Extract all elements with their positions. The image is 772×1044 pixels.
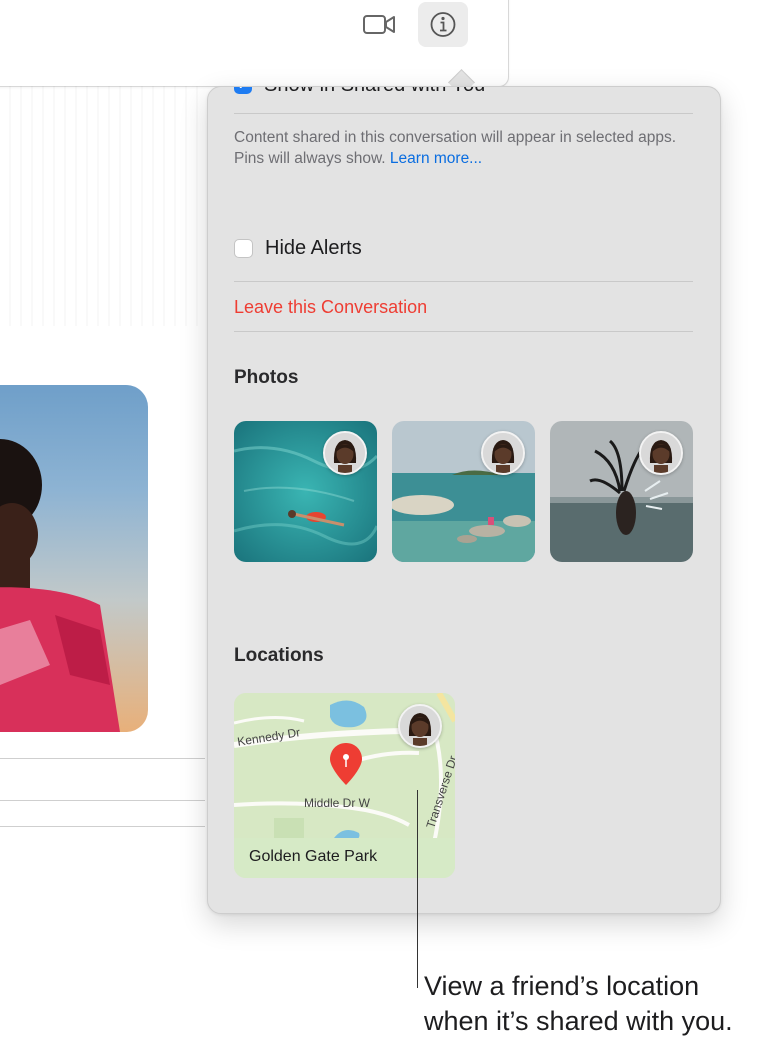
callout-leader-line (417, 790, 418, 988)
photos-section-title: Photos (234, 367, 299, 388)
separator (234, 331, 693, 332)
shared-location-card[interactable]: Kennedy Dr Middle Dr W Transverse Dr Gol… (234, 693, 455, 878)
conversation-details-popover: ✓ Show in Shared with You Content shared… (207, 86, 721, 914)
memoji-avatar-icon (483, 433, 523, 473)
shared-photo-thumbnail[interactable] (550, 421, 693, 562)
sender-avatar (323, 431, 367, 475)
learn-more-link[interactable]: Learn more... (390, 150, 482, 167)
memoji-avatar-icon (641, 433, 681, 473)
shared-with-you-checkbox[interactable]: ✓ (234, 87, 252, 94)
divider (0, 758, 205, 759)
conversation-area (0, 86, 206, 846)
shared-note: Content shared in this conversation will… (234, 127, 704, 169)
hide-alerts-label: Hide Alerts (265, 237, 362, 259)
location-name: Golden Gate Park (234, 838, 455, 878)
sender-avatar (481, 431, 525, 475)
friend-location-avatar (398, 704, 442, 748)
hide-alerts-checkbox[interactable] (234, 239, 253, 258)
leave-conversation-button[interactable]: Leave this Conversation (234, 297, 427, 318)
locations-section-title: Locations (234, 645, 324, 666)
shared-with-you-row[interactable]: ✓ Show in Shared with You (234, 87, 485, 97)
messages-window-toolbar (0, 0, 509, 87)
callout-text: View a friend’s location when it’s share… (424, 971, 733, 1036)
shared-with-you-label: Show in Shared with You (264, 87, 485, 97)
map-road-label: Middle Dr W (304, 796, 371, 810)
hide-alerts-row[interactable]: Hide Alerts (234, 237, 362, 260)
info-button[interactable] (418, 2, 468, 47)
divider (0, 800, 205, 801)
divider (0, 826, 205, 827)
portrait-photo-illustration (0, 439, 120, 732)
memoji-avatar-icon (400, 706, 440, 746)
sender-avatar (639, 431, 683, 475)
separator (234, 281, 693, 282)
memoji-avatar-icon (325, 433, 365, 473)
shared-photo-thumbnail[interactable] (392, 421, 535, 562)
shared-photo-thumbnail[interactable] (234, 421, 377, 562)
conversation-background-texture (0, 86, 206, 326)
video-call-button[interactable] (359, 9, 399, 41)
info-icon (430, 12, 456, 37)
video-camera-icon (363, 15, 395, 34)
separator (234, 113, 693, 114)
message-photo-bubble[interactable] (0, 385, 148, 732)
